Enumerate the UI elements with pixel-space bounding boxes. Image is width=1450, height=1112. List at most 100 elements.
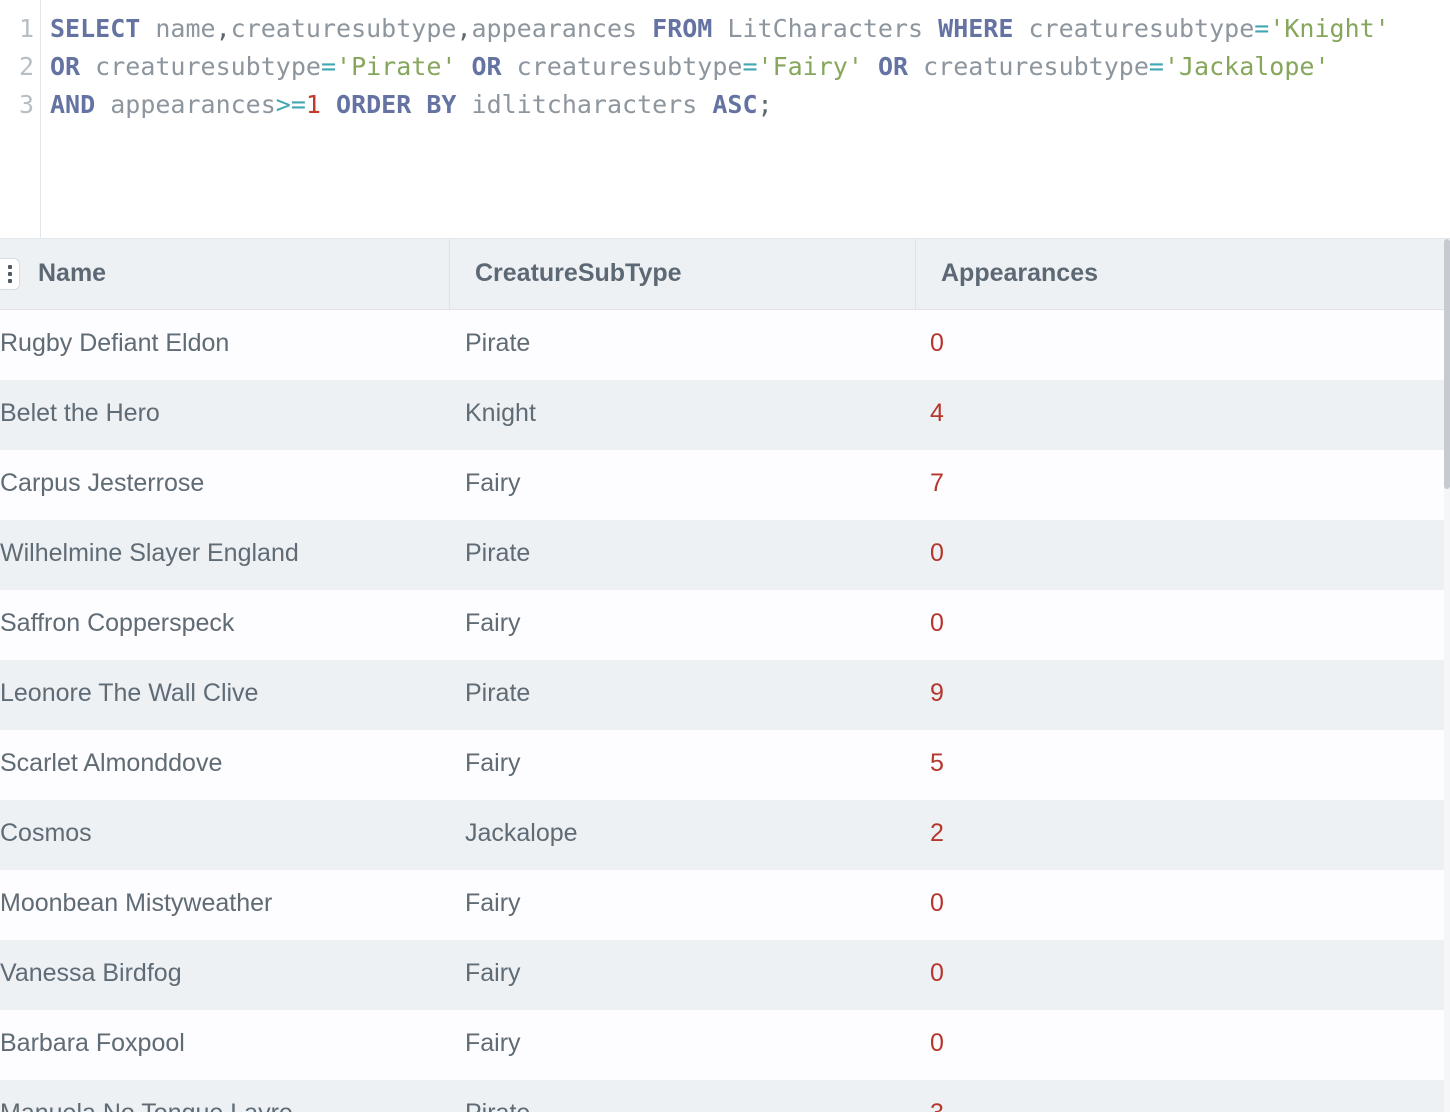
sql-token: name xyxy=(155,14,216,43)
sql-token: ASC xyxy=(712,90,758,119)
sql-token: 'Pirate' xyxy=(336,52,457,81)
cell-creaturesubtype[interactable]: Knight xyxy=(465,380,536,450)
table-row[interactable]: Leonore The Wall Clive Pirate 9 xyxy=(0,660,1444,730)
sql-code-area[interactable]: SELECT name,creaturesubtype,appearances … xyxy=(50,10,1450,124)
sql-token: 1 xyxy=(305,90,321,119)
sql-token: , xyxy=(456,14,472,43)
cell-appearances[interactable]: 2 xyxy=(930,800,944,870)
sql-token: appearances xyxy=(471,14,638,43)
sql-token: OR xyxy=(877,52,909,81)
table-row[interactable]: Cosmos Jackalope 2 xyxy=(0,800,1444,870)
cell-appearances[interactable]: 7 xyxy=(930,450,944,520)
cell-name[interactable]: Cosmos xyxy=(0,800,92,870)
cell-creaturesubtype[interactable]: Fairy xyxy=(465,870,521,940)
column-header-creaturesubtype[interactable]: CreatureSubType xyxy=(449,239,915,309)
line-number: 2 xyxy=(18,52,34,81)
sql-token: creaturesubtype xyxy=(95,52,321,81)
sql-token: 'Knight' xyxy=(1269,14,1390,43)
cell-appearances[interactable]: 0 xyxy=(930,940,944,1010)
vertical-scrollbar[interactable] xyxy=(1444,239,1450,1112)
line-number: 1 xyxy=(18,14,34,43)
sql-token: creaturesubtype xyxy=(230,14,457,43)
sql-token: 'Jackalope' xyxy=(1163,52,1330,81)
table-row[interactable]: Manuela No Tongue Layre Pirate 3 xyxy=(0,1080,1444,1112)
sql-token: >= xyxy=(275,90,306,119)
cell-appearances[interactable]: 5 xyxy=(930,730,944,800)
sql-token: idlitcharacters xyxy=(471,90,698,119)
table-row[interactable]: Belet the Hero Knight 4 xyxy=(0,380,1444,450)
sql-token: creaturesubtype xyxy=(923,52,1149,81)
sql-token: = xyxy=(1148,52,1164,81)
table-row[interactable]: Scarlet Almonddove Fairy 5 xyxy=(0,730,1444,800)
scrollbar-thumb[interactable] xyxy=(1444,239,1450,489)
cell-appearances[interactable]: 0 xyxy=(930,590,944,660)
column-header-appearances[interactable]: Appearances xyxy=(915,239,1444,309)
cell-creaturesubtype[interactable]: Pirate xyxy=(465,310,530,380)
cell-creaturesubtype[interactable]: Fairy xyxy=(465,450,521,520)
sql-token: appearances xyxy=(110,90,276,119)
cell-name[interactable]: Barbara Foxpool xyxy=(0,1010,185,1080)
sql-token: LitCharacters xyxy=(727,14,924,43)
column-header-name[interactable]: Name xyxy=(38,239,448,309)
cell-name[interactable]: Belet the Hero xyxy=(0,380,160,450)
kebab-menu-icon xyxy=(7,265,12,283)
cell-creaturesubtype[interactable]: Fairy xyxy=(465,590,521,660)
sql-token: = xyxy=(1254,14,1270,43)
cell-appearances[interactable]: 0 xyxy=(930,520,944,590)
cell-creaturesubtype[interactable]: Pirate xyxy=(465,520,530,590)
table-row[interactable]: Rugby Defiant Eldon Pirate 0 xyxy=(0,310,1444,380)
result-grid: Name CreatureSubType Appearances Rugby D… xyxy=(0,239,1444,1112)
cell-creaturesubtype[interactable]: Fairy xyxy=(465,730,521,800)
sql-editor[interactable]: 1 2 3 SELECT name,creaturesubtype,appear… xyxy=(0,0,1450,239)
cell-creaturesubtype[interactable]: Pirate xyxy=(465,660,530,730)
cell-name[interactable]: Moonbean Mistyweather xyxy=(0,870,272,940)
cell-name[interactable]: Wilhelmine Slayer England xyxy=(0,520,299,590)
column-menu-button[interactable] xyxy=(0,258,20,290)
cell-creaturesubtype[interactable]: Fairy xyxy=(465,940,521,1010)
sql-token: creaturesubtype xyxy=(1028,14,1255,43)
cell-creaturesubtype[interactable]: Jackalope xyxy=(465,800,578,870)
table-row[interactable]: Wilhelmine Slayer England Pirate 0 xyxy=(0,520,1444,590)
cell-name[interactable]: Vanessa Birdfog xyxy=(0,940,182,1010)
cell-name[interactable]: Carpus Jesterrose xyxy=(0,450,204,520)
table-row[interactable]: Carpus Jesterrose Fairy 7 xyxy=(0,450,1444,520)
table-row[interactable]: Saffron Copperspeck Fairy 0 xyxy=(0,590,1444,660)
cell-appearances[interactable]: 3 xyxy=(930,1080,944,1112)
cell-appearances[interactable]: 9 xyxy=(930,660,944,730)
cell-appearances[interactable]: 0 xyxy=(930,870,944,940)
cell-appearances[interactable]: 0 xyxy=(930,310,944,380)
sql-token: , xyxy=(215,14,231,43)
cell-name[interactable]: Leonore The Wall Clive xyxy=(0,660,258,730)
cell-creaturesubtype[interactable]: Pirate xyxy=(465,1080,530,1112)
code-line: OR creaturesubtype='Pirate' OR creatures… xyxy=(50,48,1450,86)
cell-name[interactable]: Scarlet Almonddove xyxy=(0,730,222,800)
sql-token: WHERE xyxy=(938,14,1014,43)
sql-token: 'Fairy' xyxy=(757,52,863,81)
cell-name[interactable]: Manuela No Tongue Layre xyxy=(0,1080,293,1112)
table-row[interactable]: Moonbean Mistyweather Fairy 0 xyxy=(0,870,1444,940)
cell-creaturesubtype[interactable]: Fairy xyxy=(465,1010,521,1080)
cell-appearances[interactable]: 0 xyxy=(930,1010,944,1080)
sql-token: = xyxy=(320,52,337,81)
table-row[interactable]: Barbara Foxpool Fairy 0 xyxy=(0,1010,1444,1080)
sql-token: OR xyxy=(50,52,81,81)
sql-token: ; xyxy=(757,90,773,119)
sql-token: OR xyxy=(471,52,502,81)
table-row[interactable]: Vanessa Birdfog Fairy 0 xyxy=(0,940,1444,1010)
code-line: SELECT name,creaturesubtype,appearances … xyxy=(50,10,1450,48)
cell-appearances[interactable]: 4 xyxy=(930,380,944,450)
sql-token: AND xyxy=(50,90,96,119)
cell-name[interactable]: Saffron Copperspeck xyxy=(0,590,234,660)
cell-name[interactable]: Rugby Defiant Eldon xyxy=(0,310,229,380)
